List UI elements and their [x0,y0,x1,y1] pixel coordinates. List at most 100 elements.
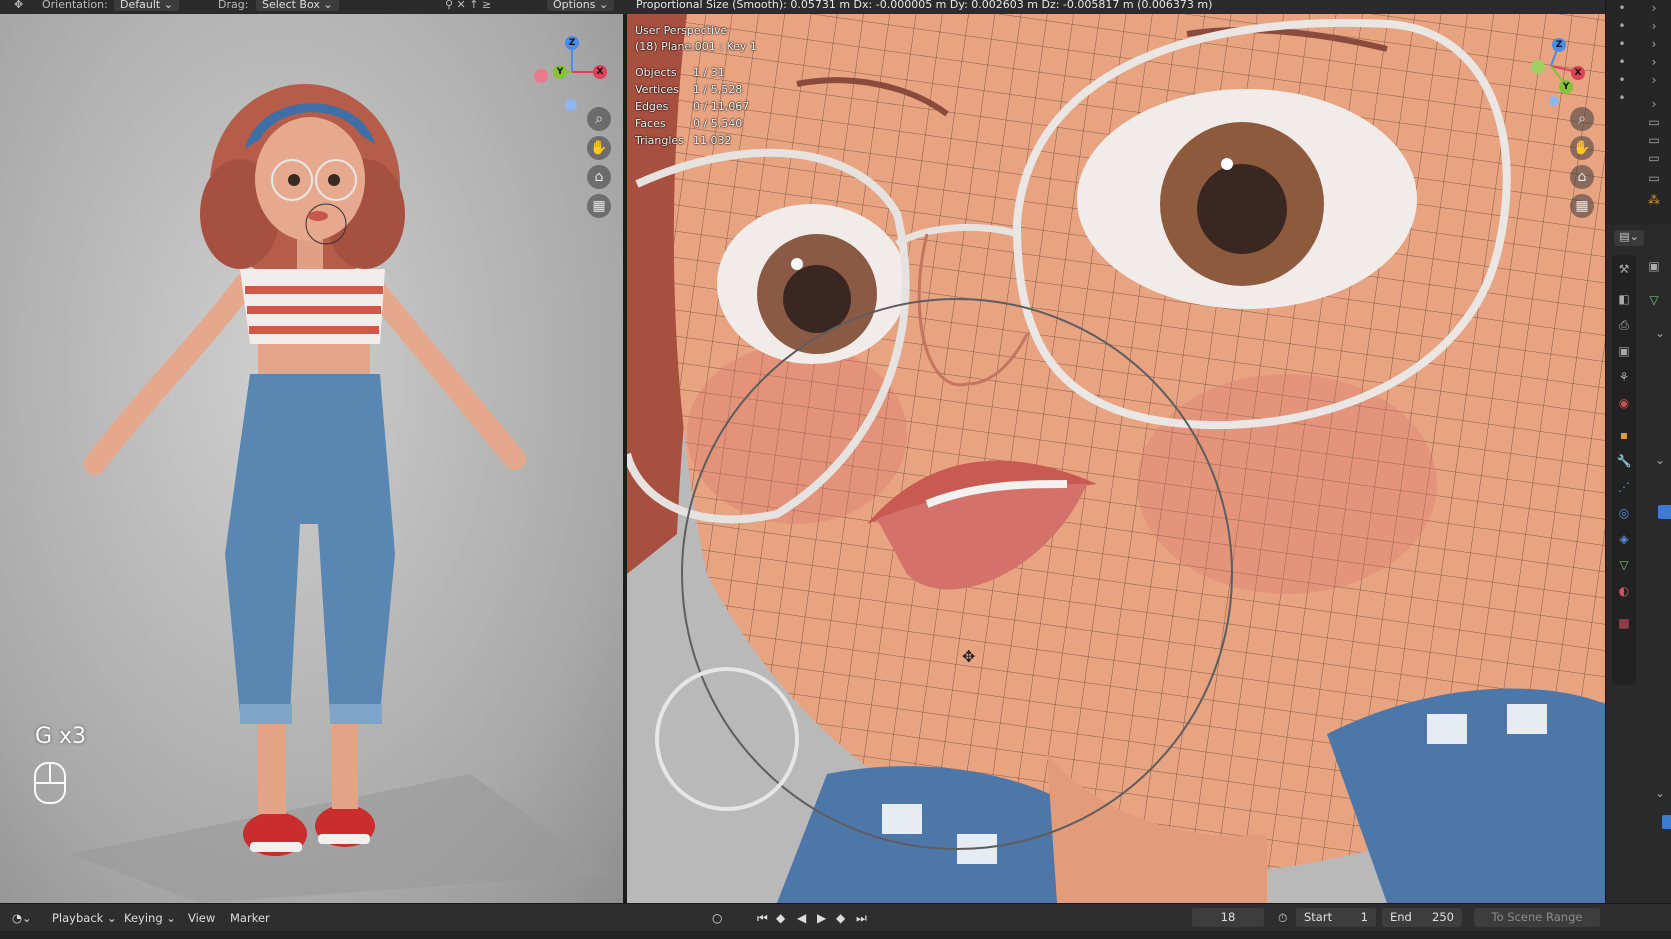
next-keyframe-icon[interactable]: ◆ [836,911,845,925]
texture-icon[interactable]: ▩ [1616,615,1632,631]
collection-icon[interactable]: ▭ [1646,150,1662,166]
pin-icon[interactable]: ▣ [1646,258,1662,274]
camera-icon[interactable]: ⌂ [1570,165,1594,189]
play-reverse-icon[interactable]: ◀ [797,911,806,925]
panel-collapse-icon[interactable]: ⌄ [1652,785,1668,801]
outliner-strip[interactable]: • • • • • • › › › › › › ▭ ▭ ▭ ▭ ⁂ [1606,0,1671,225]
transform-icon[interactable]: ✥ [14,0,23,11]
orientation-dropdown[interactable]: Default ⌄ [114,0,179,11]
expand-chevron-icon[interactable]: › [1646,54,1662,70]
snap-toggle-icon[interactable]: ⚲ ✕ ↑ ≥ [445,0,491,11]
status-bar [0,931,1671,939]
gizmo-y-axis[interactable]: Y [1559,80,1573,94]
gizmo-neg-z-axis[interactable] [565,99,577,111]
drag-label: Drag: [218,0,249,11]
svg-text:✥: ✥ [962,647,975,666]
view-layer-icon[interactable]: ▣ [1616,343,1632,359]
editor-type-icon[interactable]: ◔⌄ [12,911,32,925]
zoom-icon[interactable]: ⌕ [1570,107,1594,131]
gizmo-x-axis[interactable]: X [593,65,607,79]
drag-value: Select Box [262,0,320,11]
record-icon[interactable]: ○ [712,911,722,925]
object-data-icon[interactable]: ▽ [1616,557,1632,573]
collection-icon[interactable]: ▭ [1646,114,1662,130]
render-icon[interactable]: ◧ [1616,291,1632,307]
constraints-icon[interactable]: ◈ [1616,531,1632,547]
gizmo-neg-y-axis[interactable] [1531,60,1545,74]
left-3d-viewport[interactable]: Z X Y ⌕ ✋ ⌂ ▦ G x3 [0,14,623,903]
collection-icon[interactable]: ▭ [1646,132,1662,148]
prev-keyframe-icon[interactable]: ◆ [776,911,785,925]
expand-chevron-icon[interactable]: › [1646,96,1662,112]
outliner-dot-icon: • [1618,73,1626,87]
navigation-gizmo[interactable]: Z X Y [532,26,612,111]
expand-chevron-icon[interactable]: › [1646,72,1662,88]
gizmo-z-axis[interactable]: Z [565,36,579,50]
orientation-value: Default [120,0,161,11]
tool-settings-icon[interactable]: ⚒ [1616,261,1632,277]
mesh-data-icon[interactable]: ▽ [1646,292,1662,308]
jump-end-icon[interactable]: ⏭ [856,911,867,926]
menu-keying[interactable]: Keying ⌄ [124,911,176,925]
grid-icon[interactable]: ▦ [587,194,611,218]
gizmo-x-axis[interactable]: X [1571,66,1585,80]
stopwatch-icon[interactable]: ⏱ [1278,911,1287,926]
gizmo-z-axis[interactable]: Z [1552,38,1566,52]
gizmo-neg-z-axis[interactable] [1549,96,1559,106]
collection-icon[interactable]: ▭ [1646,170,1662,186]
play-icon[interactable]: ▶ [817,911,826,925]
menu-playback[interactable]: Playback ⌄ [52,911,117,925]
active-list-item[interactable] [1658,505,1671,519]
object-icon[interactable]: ▪ [1616,427,1632,443]
stat-value-triangles: 11,032 [693,134,732,147]
active-list-item[interactable] [1662,815,1671,829]
options-dropdown[interactable]: Options ⌄ [547,0,615,11]
menu-keying-label: Keying [124,911,163,925]
current-frame-field[interactable]: 18 [1192,908,1264,927]
zoom-icon[interactable]: ⌕ [587,107,611,131]
end-label: End [1390,910,1412,924]
pan-hand-icon[interactable]: ✋ [587,136,611,160]
panel-collapse-icon[interactable]: ⌄ [1652,325,1668,341]
start-value: 1 [1360,910,1368,924]
mouse-icon [34,762,66,804]
jump-start-icon[interactable]: ⏮ [757,911,768,926]
orientation-label: Orientation: [42,0,108,11]
expand-chevron-icon[interactable]: › [1646,0,1662,16]
drag-dropdown[interactable]: Select Box ⌄ [256,0,339,11]
stat-value-objects: 1 / 31 [693,66,725,79]
outliner-dot-icon: • [1618,55,1626,69]
hair-particle-icon[interactable]: ⁂ [1646,192,1662,208]
right-3d-viewport-edit-mode[interactable]: ✥ User Perspective (18) Plane.001 : Key … [627,14,1605,903]
world-icon[interactable]: ◉ [1616,395,1632,411]
gizmo-neg-x-axis[interactable] [534,69,548,83]
camera-icon[interactable]: ⌂ [587,165,611,189]
face-closeup-wireframe-render: ✥ [627,14,1605,903]
expand-chevron-icon[interactable]: › [1646,36,1662,52]
physics-icon[interactable]: ◎ [1616,505,1632,521]
start-label: Start [1304,910,1333,924]
scene-icon[interactable]: ⚘ [1616,369,1632,385]
menu-marker[interactable]: Marker [230,911,270,925]
outliner-dot-icon: • [1618,91,1626,105]
start-frame-field[interactable]: Start 1 [1296,908,1376,927]
pan-hand-icon[interactable]: ✋ [1570,136,1594,160]
menu-view[interactable]: View [188,911,215,925]
view-name: User Perspective [635,24,728,37]
particles-icon[interactable]: ⋰ [1616,479,1632,495]
end-frame-field[interactable]: End 250 [1382,908,1462,927]
output-icon[interactable]: ⎙ [1616,317,1632,333]
viewport-header: ✥ Orientation: Default ⌄ Drag: Select Bo… [0,0,1605,14]
to-scene-range-button[interactable]: To Scene Range [1474,908,1600,927]
grid-icon[interactable]: ▦ [1570,194,1594,218]
gizmo-y-axis[interactable]: Y [553,65,567,79]
material-icon[interactable]: ◐ [1616,583,1632,599]
outliner-dot-icon: • [1618,1,1626,15]
expand-chevron-icon[interactable]: › [1646,18,1662,34]
panel-collapse-icon[interactable]: ⌄ [1652,452,1668,468]
editor-type-icon[interactable]: ▤⌄ [1614,230,1644,246]
transform-status-text: Proportional Size (Smooth): 0.05731 m Dx… [636,0,1213,11]
modifier-wrench-icon[interactable]: 🔧 [1616,453,1632,469]
key-press-hint: G x3 [35,724,87,749]
navigation-gizmo[interactable]: Z X Y [1519,26,1589,106]
